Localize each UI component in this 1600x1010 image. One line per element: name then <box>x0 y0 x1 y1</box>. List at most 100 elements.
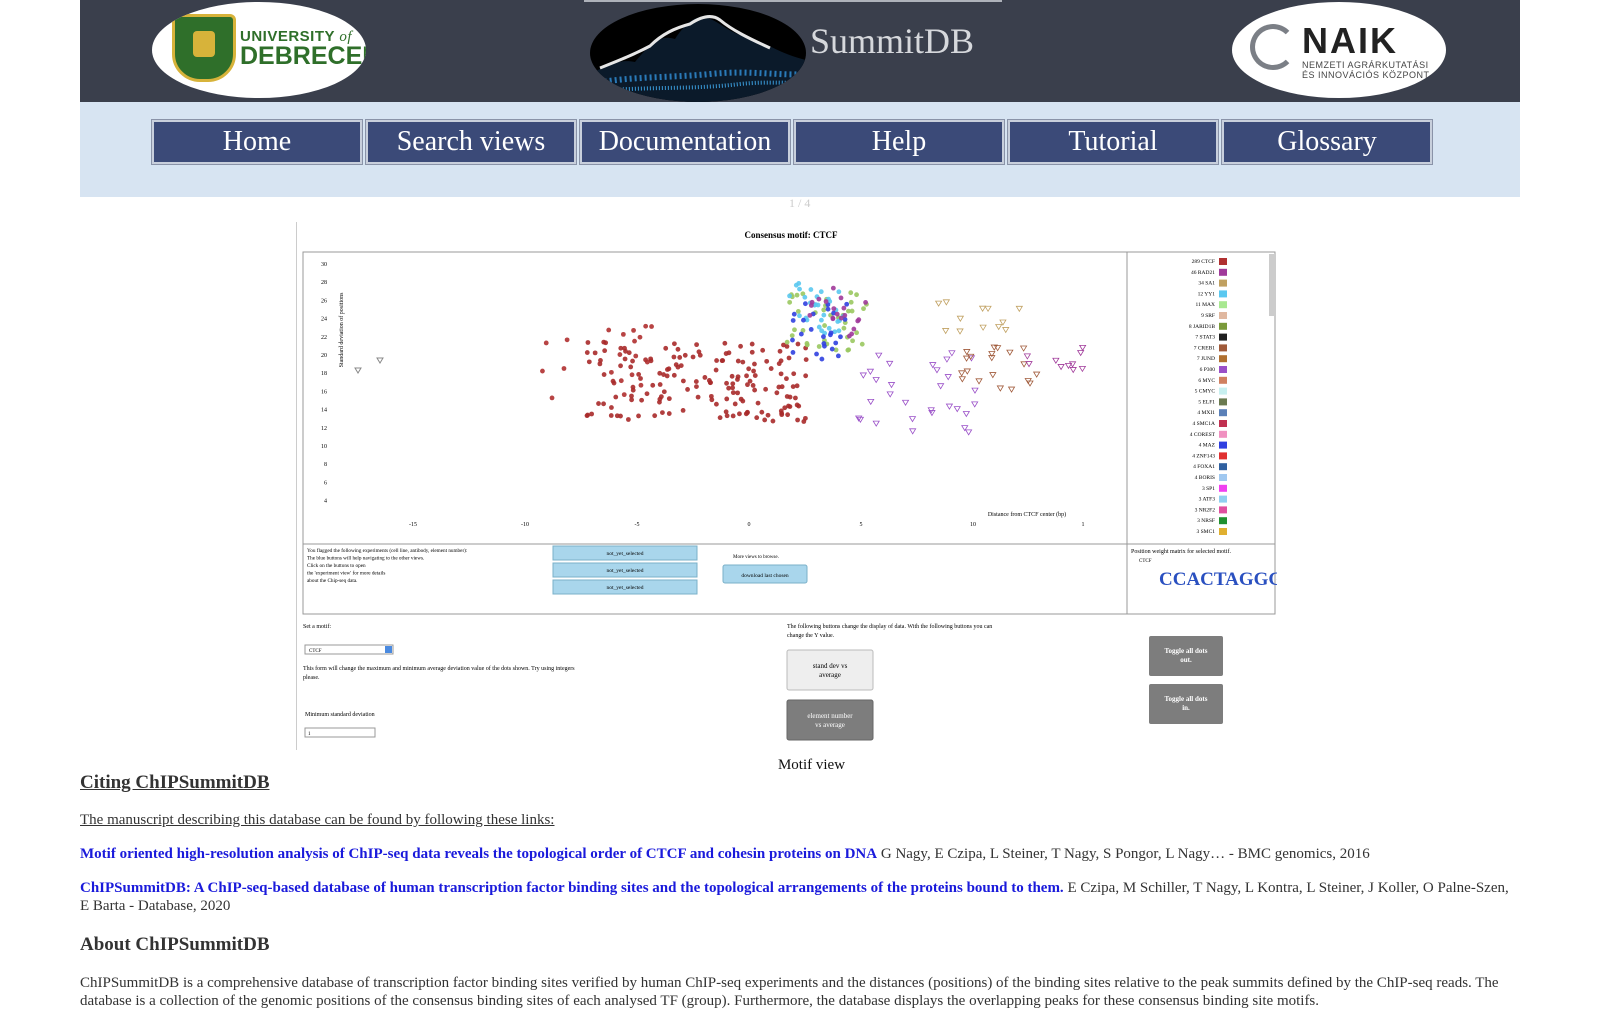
slide-image-motif-view[interactable]: Consensus motif: CTCF Standard deviation… <box>296 222 1277 750</box>
scatter-point <box>618 378 624 384</box>
not-selected-buttons: not_yet_selected not_yet_selected not_yet_… <box>552 545 698 595</box>
scatter-point <box>807 312 813 318</box>
scatter-point <box>821 312 827 318</box>
scatter-point <box>836 328 842 334</box>
scatter-point <box>803 373 809 379</box>
legend-swatch <box>1219 268 1227 276</box>
scatter-point <box>671 354 677 360</box>
scatter-point <box>740 398 746 404</box>
scatter-point <box>709 397 715 403</box>
scatter-point <box>660 410 665 416</box>
scatter-point <box>778 371 784 377</box>
scatter-point <box>702 375 708 380</box>
nav-search-views[interactable]: Search views <box>366 120 576 164</box>
mountain-image <box>590 4 806 102</box>
y-tick-label: 30 <box>321 262 327 268</box>
legend-label: 289 CTCF <box>1192 259 1215 265</box>
scatter-point <box>735 374 741 380</box>
scatter-point <box>740 359 746 365</box>
scatter-point <box>637 334 643 340</box>
scatter-point <box>844 301 850 307</box>
slide-title: Consensus motif: CTCF <box>744 230 838 240</box>
scatter-point <box>825 306 831 312</box>
scatter-point <box>744 410 750 416</box>
reference-1-link[interactable]: Motif oriented high-resolution analysis … <box>80 846 877 862</box>
scatter-point <box>821 341 827 346</box>
scatter-point <box>735 390 740 396</box>
nav-help[interactable]: Help <box>794 120 1004 164</box>
scatter-point <box>786 355 792 361</box>
scatter-point <box>838 315 844 321</box>
flag-text-line: You flagged the following experiments (c… <box>307 547 468 554</box>
scatter-point <box>838 295 844 301</box>
stand-dev-vs-average-button[interactable] <box>786 649 874 691</box>
scatter-point <box>752 361 757 367</box>
legend-label: 6 MYC <box>1198 378 1215 384</box>
scatter-point <box>752 373 758 378</box>
nav-documentation[interactable]: Documentation <box>580 120 790 164</box>
scatter-point <box>793 395 798 401</box>
scatter-point <box>584 350 590 355</box>
scatter-point <box>821 334 826 340</box>
x-tick-label: -15 <box>409 522 417 528</box>
scatter-point <box>720 358 726 363</box>
scatter-point <box>751 368 756 374</box>
scatter-point <box>795 341 801 347</box>
scatter-point <box>849 331 855 337</box>
x-tick-label: -5 <box>635 522 640 528</box>
download-last-chosen-label: download last chosen <box>741 573 789 579</box>
scatter-point <box>622 356 628 362</box>
nav-tutorial[interactable]: Tutorial <box>1008 120 1218 164</box>
scatter-point <box>790 337 795 343</box>
legend-swatch <box>1219 355 1227 363</box>
y-tick-label: 28 <box>321 280 327 286</box>
scatter-point <box>787 293 792 299</box>
naik-logo[interactable]: NAIK NEMZETI AGRÁRKUTATÁSI ÉS INNOVÁCIÓS… <box>1232 2 1446 98</box>
scatter-point <box>808 327 814 332</box>
legend-swatch <box>1219 344 1227 352</box>
svg-text:Toggle all dots: Toggle all dots <box>1165 647 1208 655</box>
scatter-point <box>723 409 729 415</box>
scatter-point <box>694 384 699 389</box>
scatter-point <box>585 340 591 345</box>
scatter-point <box>564 337 570 343</box>
legend-label: 7 JUND <box>1197 356 1215 362</box>
form-text: This form will change the maximum and mi… <box>303 665 575 681</box>
university-of-debrecen-logo[interactable]: UNIVERSITY of DEBRECEN <box>152 2 366 98</box>
scatter-point <box>795 417 800 423</box>
legend-label: 4 SMC1A <box>1193 421 1215 427</box>
scatter-point <box>816 324 822 330</box>
scatter-point <box>833 340 839 346</box>
scatter-point <box>636 371 642 377</box>
legend-swatch <box>1219 506 1227 514</box>
scatter-point <box>754 415 760 421</box>
scatter-point <box>760 347 766 353</box>
nav-home[interactable]: Home <box>152 120 362 164</box>
chevron-down-icon <box>385 646 392 653</box>
legend-label: 3 ATF3 <box>1199 497 1216 503</box>
reference-2-link[interactable]: ChIPSummitDB: A ChIP-seq-based database … <box>80 880 1064 896</box>
scatter-point <box>789 333 795 338</box>
flag-text-line: The blue buttons will help navigating to… <box>307 556 424 562</box>
scatter-point <box>768 366 774 371</box>
scatter-point <box>666 396 672 402</box>
scatter-point <box>631 327 636 333</box>
nav-glossary[interactable]: Glossary <box>1222 120 1432 164</box>
scatter-point <box>682 352 688 358</box>
scatter-point <box>714 358 719 363</box>
legend-swatch <box>1219 452 1227 460</box>
min-sd-input[interactable] <box>304 727 376 738</box>
svg-text:in.: in. <box>1182 704 1190 712</box>
legend-label: 7 CREB1 <box>1194 345 1215 351</box>
legend-label: 8 JARID1B <box>1189 324 1215 330</box>
scatter-point <box>764 358 770 364</box>
reference-1-authors: G Nagy, E Czipa, L Steiner, T Nagy, S Po… <box>877 846 1370 862</box>
summitdb-logo[interactable]: SummitDB <box>584 0 1002 102</box>
element-number-vs-average-button[interactable] <box>786 699 874 741</box>
scatter-point <box>770 418 776 424</box>
scatter-point <box>714 401 719 407</box>
scatter-point <box>730 413 736 419</box>
scatter-point <box>793 282 799 288</box>
scatter-point <box>759 409 765 415</box>
scatter-point <box>724 396 730 402</box>
